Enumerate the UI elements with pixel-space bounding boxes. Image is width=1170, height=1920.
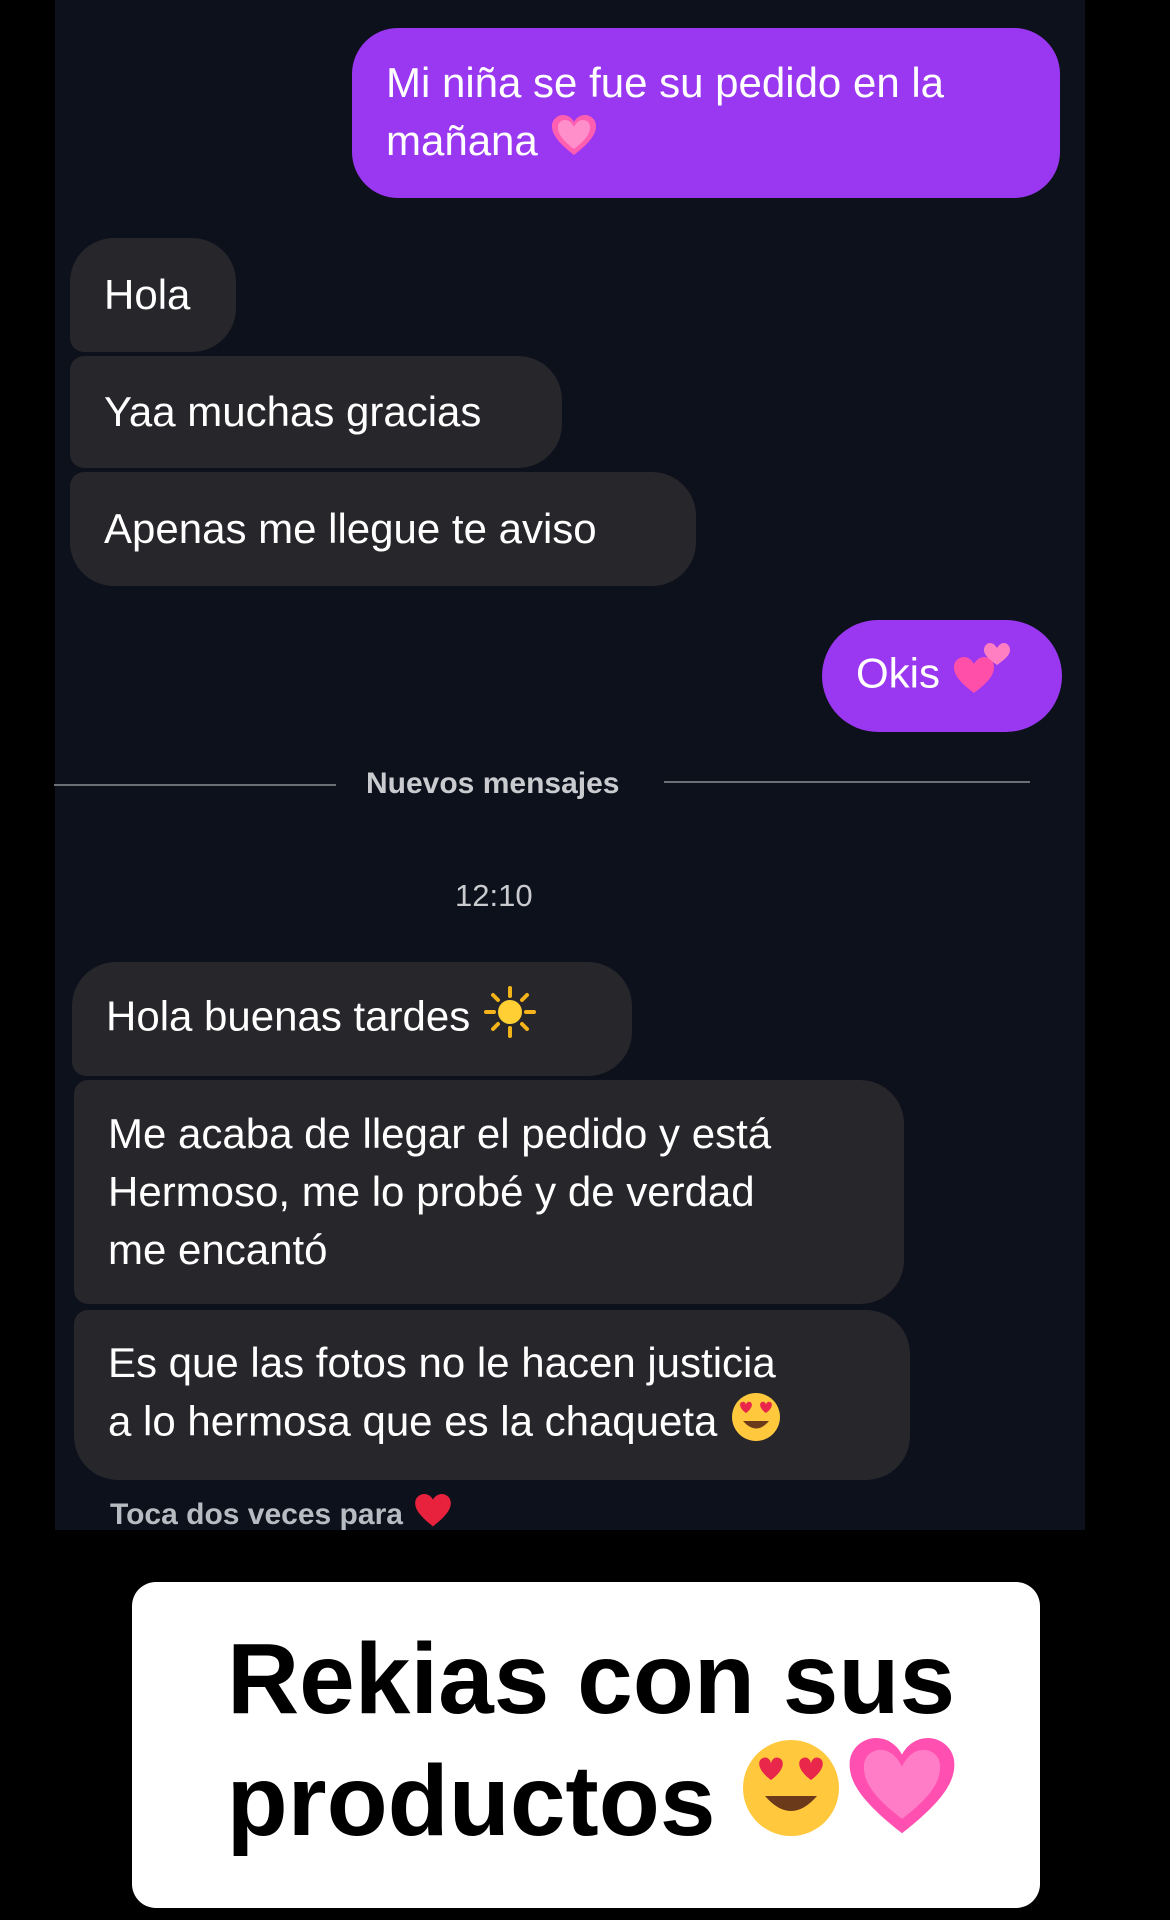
message-text: Hola buenas tardes (106, 992, 471, 1040)
message-text: Me acaba de llegar el pedido y está Herm… (108, 1110, 772, 1273)
message-text: Okis (856, 649, 940, 697)
story-caption: Rekias con sus productos (132, 1582, 1040, 1908)
divider-line-right (664, 781, 1030, 783)
received-message[interactable]: Yaa muchas gracias (70, 356, 562, 468)
message-text: Hola (104, 271, 191, 318)
caption-line-1: Rekias con sus (226, 1623, 956, 1735)
new-messages-divider: Nuevos mensajes (366, 767, 620, 800)
caption-line-2: productos (172, 1738, 1010, 1863)
received-message[interactable]: Me acaba de llegar el pedido y está Herm… (74, 1080, 904, 1304)
received-message[interactable]: Es que las fotos no le hacen justicia a … (74, 1310, 910, 1480)
pink-heart-icon (849, 1738, 955, 1863)
message-text: Apenas me llegue te aviso (104, 505, 597, 552)
sun-icon (484, 985, 537, 1053)
sent-message[interactable]: Okis (822, 620, 1062, 732)
two-hearts-icon (954, 642, 1010, 710)
message-text: Es que las fotos no le hacen justicia a … (108, 1338, 776, 1445)
received-message[interactable]: Hola buenas tardes (72, 962, 632, 1076)
message-text: Yaa muchas gracias (104, 388, 482, 435)
received-message[interactable]: Apenas me llegue te aviso (70, 472, 696, 586)
divider-line-left (54, 784, 336, 786)
received-message[interactable]: Hola (70, 238, 236, 352)
message-timestamp: 12:10 (455, 878, 533, 913)
message-text: Mi niña se fue su pedido en la mañana (386, 58, 945, 164)
pink-heart-icon (551, 114, 596, 172)
red-heart-icon (415, 1494, 451, 1536)
heart-eyes-icon (741, 1738, 841, 1863)
double-tap-hint: Toca dos veces para (110, 1494, 451, 1536)
sent-message[interactable]: Mi niña se fue su pedido en la mañana (352, 28, 1060, 198)
heart-eyes-icon (731, 1392, 781, 1457)
